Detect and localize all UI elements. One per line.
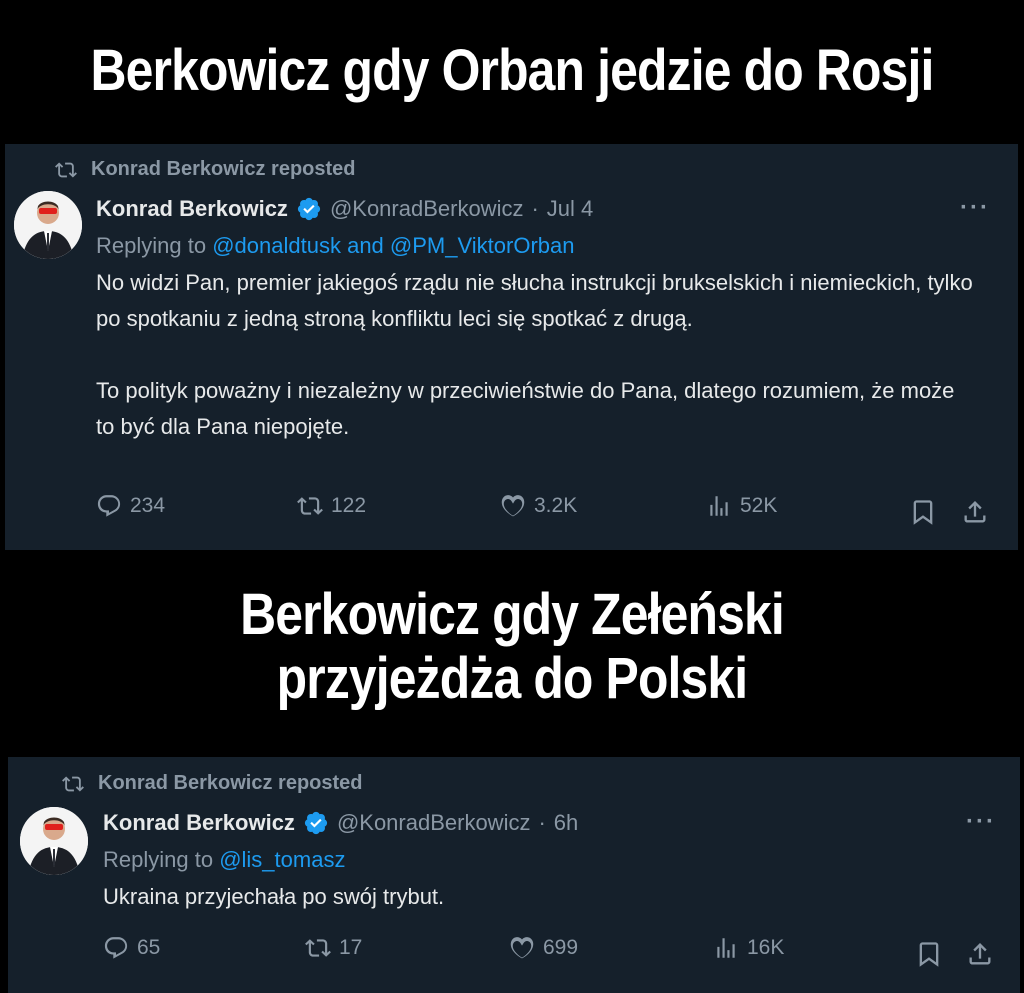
replying-to-label: Replying to [103,847,214,872]
bookmark-button[interactable] [909,498,937,531]
mention-link[interactable]: @PM_ViktorOrban [390,233,575,258]
views-button[interactable]: 16K [713,935,784,961]
meme-caption-line: Berkowicz gdy Zełeński [240,582,785,647]
views-icon [717,938,735,958]
tweet-card-1[interactable]: Konrad Berkowicz reposted Konrad Berkowi… [5,144,1018,550]
repost-icon [305,939,331,957]
repost-count: 17 [339,936,363,959]
views-count: 16K [747,936,785,959]
meme-caption-line: przyjeżdża do Polski [276,646,749,711]
repost-button[interactable]: 122 [297,493,366,519]
action-bar: 65 17 699 16K [8,935,1020,975]
author-name[interactable]: Konrad Berkowicz [96,196,288,222]
repost-count: 122 [331,494,367,517]
bookmark-button[interactable] [915,940,943,973]
like-button[interactable]: 3.2K [500,493,577,519]
tweet-paragraph: No widzi Pan, premier jakiegoś rządu nie… [96,270,973,331]
meme-caption-middle: Berkowicz gdy Zełeński przyjeżdża do Pol… [72,583,953,711]
tweet-paragraph: Ukraina przyjechała po swój trybut. [103,884,445,909]
tweet-card-2[interactable]: Konrad Berkowicz reposted Konrad Berkowi… [8,757,1020,993]
repost-icon [297,497,323,515]
bookmark-icon [913,500,933,525]
replying-to-label: Replying to [96,233,207,258]
repost-header: Konrad Berkowicz reposted [60,772,363,795]
author-row: Konrad Berkowicz @KonradBerkowicz · Jul … [96,196,593,222]
bookmark-icon [919,942,939,967]
reply-button[interactable]: 234 [96,493,165,519]
views-count: 52K [740,494,778,517]
repost-label: Konrad Berkowicz reposted [91,158,356,180]
share-icon [969,943,991,965]
avatar[interactable] [20,807,88,875]
more-options-icon[interactable]: ··· [966,808,996,836]
avatar[interactable] [14,191,82,259]
like-count: 3.2K [534,494,578,517]
author-handle[interactable]: @KonradBerkowicz [337,810,531,836]
heart-icon [510,937,534,959]
author-row: Konrad Berkowicz @KonradBerkowicz · 6h [103,810,578,836]
author-name[interactable]: Konrad Berkowicz [103,810,295,836]
action-bar: 234 122 3.2K 52K [5,493,1018,533]
replying-to-row: Replying to @donaldtusk and @PM_ViktorOr… [96,233,574,259]
tweet-paragraph: To polityk poważny i niezależny w przeci… [96,378,955,439]
repost-label: Konrad Berkowicz reposted [98,772,363,794]
mention-conjunction: and [347,233,384,258]
like-count: 699 [543,936,579,959]
tweet-text: No widzi Pan, premier jakiegoś rządu nie… [96,265,976,445]
author-handle[interactable]: @KonradBerkowicz [330,196,524,222]
share-button[interactable] [966,940,994,973]
tweet-text: Ukraina przyjechała po swój trybut. [103,879,983,915]
reply-button[interactable]: 65 [103,935,160,961]
views-icon [710,496,728,516]
repost-button[interactable]: 17 [305,935,362,961]
views-button[interactable]: 52K [706,493,777,519]
verified-badge-icon [297,197,321,221]
heart-icon [501,495,525,517]
avatar-image [14,191,82,259]
reply-count: 234 [130,494,166,517]
repost-header: Konrad Berkowicz reposted [53,158,356,181]
reply-count: 65 [137,936,161,959]
separator-dot: · [531,196,539,221]
replying-to-row: Replying to @lis_tomasz [103,847,345,873]
timestamp[interactable]: Jul 4 [547,196,593,222]
avatar-image [20,807,88,875]
repost-icon [62,776,84,791]
repost-icon [55,162,77,177]
verified-badge-icon [304,811,328,835]
timestamp[interactable]: 6h [554,810,578,836]
mention-link[interactable]: @lis_tomasz [219,847,345,872]
reply-icon [104,937,128,959]
share-icon [964,501,986,523]
separator-dot: · [538,810,546,835]
like-button[interactable]: 699 [509,935,578,961]
more-options-icon[interactable]: ··· [960,194,990,222]
meme-caption-top: Berkowicz gdy Orban jedzie do Rosji [90,38,935,103]
share-button[interactable] [961,498,989,531]
mention-link[interactable]: @donaldtusk [212,233,341,258]
reply-icon [97,495,121,517]
